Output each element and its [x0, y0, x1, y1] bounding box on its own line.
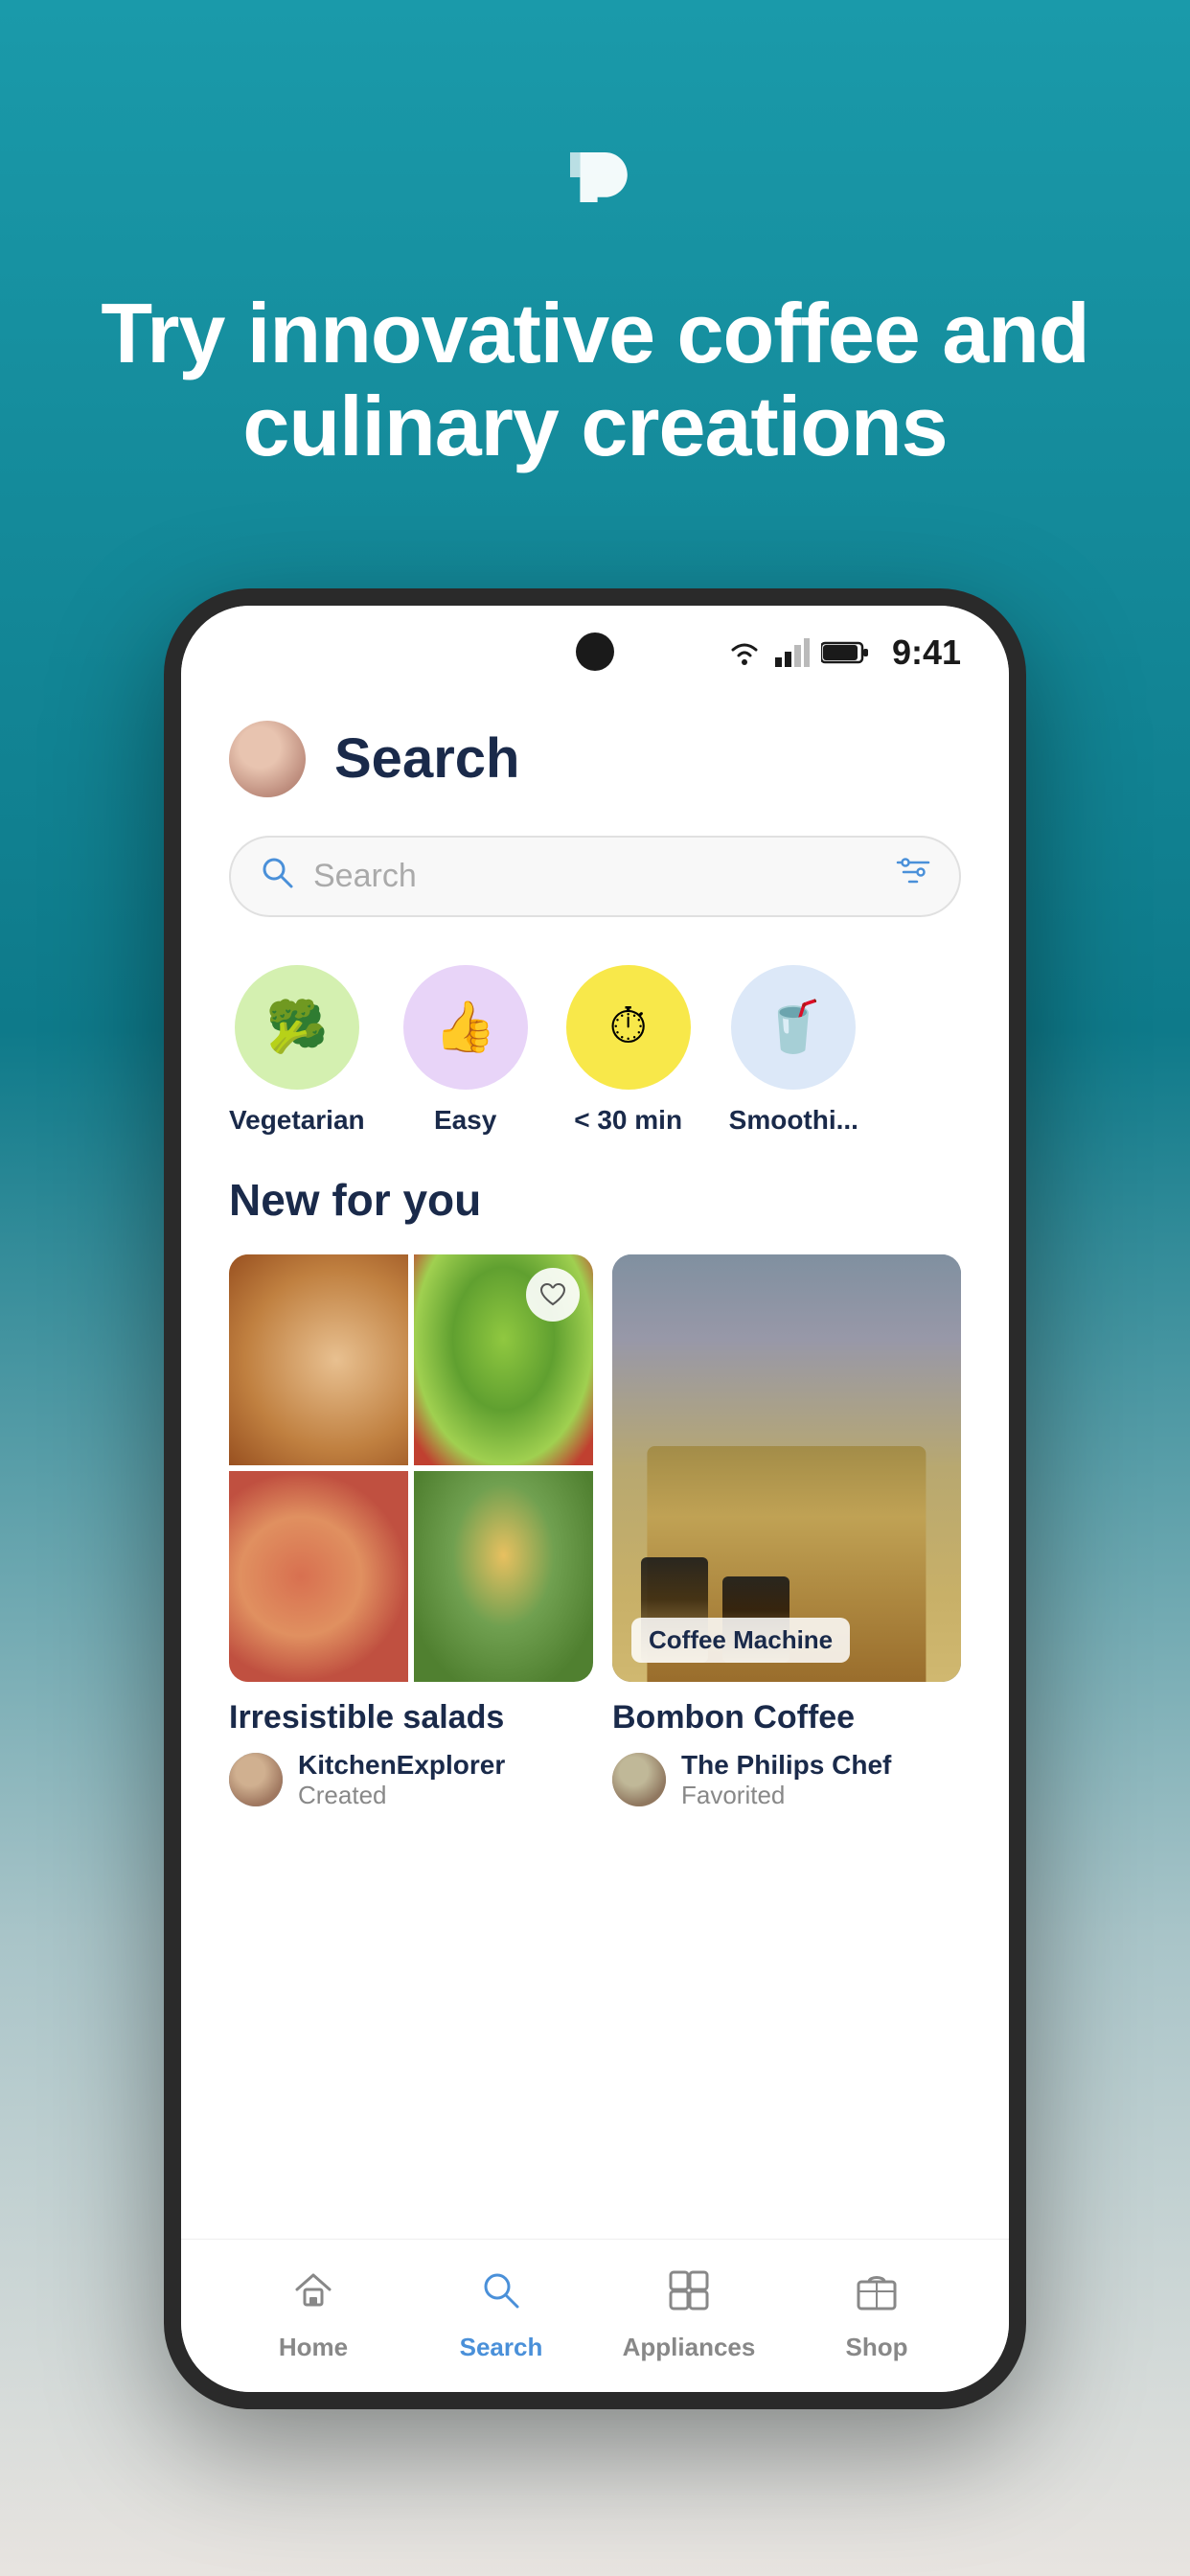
author-info-left: KitchenExplorer Created: [298, 1750, 505, 1810]
author-name-left: KitchenExplorer: [298, 1750, 505, 1781]
user-avatar[interactable]: [229, 721, 306, 797]
category-vegetarian[interactable]: 🥦 Vegetarian: [229, 965, 365, 1136]
coffee-machine-badge: Coffee Machine: [631, 1618, 850, 1663]
card-left-meta: Irresistible salads KitchenExplorer Crea…: [229, 1682, 593, 1810]
category-under30[interactable]: ⏱ < 30 min: [566, 965, 691, 1136]
category-label-easy: Easy: [434, 1105, 496, 1136]
author-action-left: Created: [298, 1781, 505, 1810]
signal-icon: [775, 638, 810, 667]
search-placeholder: Search: [313, 858, 877, 895]
app-logo-icon: [533, 115, 657, 240]
card-right-name: Bombon Coffee: [612, 1699, 961, 1736]
card-right-meta: Bombon Coffee The Philips Chef Favorited: [612, 1682, 961, 1810]
author-name-right: The Philips Chef: [681, 1750, 891, 1781]
hero-section: Try innovative coffee and culinary creat…: [0, 0, 1190, 531]
food-image-1: [229, 1254, 408, 1465]
category-easy[interactable]: 👍 Easy: [403, 965, 528, 1136]
card-left[interactable]: Irresistible salads KitchenExplorer Crea…: [229, 1254, 593, 1810]
shop-icon: [855, 2268, 899, 2323]
search-bar[interactable]: Search: [229, 836, 961, 917]
filter-icon[interactable]: [896, 858, 930, 894]
nav-label-shop: Shop: [846, 2333, 908, 2362]
author-avatar-right: [612, 1753, 666, 1806]
nav-label-appliances: Appliances: [623, 2333, 756, 2362]
food-image-3: [229, 1471, 408, 1682]
header-title: Search: [334, 726, 519, 791]
wifi-icon: [725, 638, 764, 667]
nav-label-home: Home: [279, 2333, 348, 2362]
nav-item-appliances[interactable]: Appliances: [595, 2268, 783, 2362]
right-card-image: Coffee Machine: [612, 1254, 961, 1682]
appliances-icon: [667, 2268, 711, 2323]
author-info-right: The Philips Chef Favorited: [681, 1750, 891, 1810]
category-label-vegetarian: Vegetarian: [229, 1105, 365, 1136]
nav-item-shop[interactable]: Shop: [783, 2268, 971, 2362]
phone-mockup: 9:41 Search: [0, 588, 1190, 2409]
category-label-under30: < 30 min: [574, 1105, 682, 1136]
category-label-smoothie: Smoothi...: [729, 1105, 858, 1136]
nav-label-search: Search: [460, 2333, 543, 2362]
status-icons: 9:41: [725, 632, 961, 673]
hero-title: Try innovative coffee and culinary creat…: [0, 288, 1190, 473]
battery-icon: [821, 640, 869, 665]
nav-item-home[interactable]: Home: [219, 2268, 407, 2362]
card-left-name: Irresistible salads: [229, 1699, 593, 1736]
category-circle-smoothie: 🥤: [731, 965, 856, 1090]
card-right-author: The Philips Chef Favorited: [612, 1750, 961, 1810]
category-smoothie[interactable]: 🥤 Smoothi...: [729, 965, 858, 1136]
nav-item-search[interactable]: Search: [407, 2268, 595, 2362]
search-bar-container: Search: [181, 816, 1009, 946]
phone-camera: [576, 632, 614, 671]
card-right[interactable]: Coffee Machine Bombon Coffee The Philips…: [612, 1254, 961, 1810]
category-circle-easy: 👍: [403, 965, 528, 1090]
category-circle-under30: ⏱: [566, 965, 691, 1090]
status-time: 9:41: [892, 632, 961, 673]
phone-content: Search Search: [181, 682, 1009, 2277]
search-nav-icon: [479, 2268, 523, 2323]
cards-grid: Irresistible salads KitchenExplorer Crea…: [181, 1254, 1009, 1810]
favorite-button[interactable]: [526, 1268, 580, 1322]
app-header: Search: [181, 682, 1009, 816]
category-circle-vegetarian: 🥦: [235, 965, 359, 1090]
author-action-right: Favorited: [681, 1781, 891, 1810]
home-icon: [291, 2268, 335, 2323]
search-icon: [260, 855, 294, 898]
food-image-4: [414, 1471, 593, 1682]
card-left-author: KitchenExplorer Created: [229, 1750, 593, 1810]
bottom-nav: Home Search: [181, 2239, 1009, 2392]
phone-frame: 9:41 Search: [164, 588, 1026, 2409]
food-grid: [229, 1254, 593, 1682]
author-avatar-left: [229, 1753, 283, 1806]
section-title: New for you: [181, 1164, 1009, 1254]
categories-row: 🥦 Vegetarian 👍 Easy ⏱ < 30 min 🥤 Smoothi…: [181, 946, 1009, 1164]
